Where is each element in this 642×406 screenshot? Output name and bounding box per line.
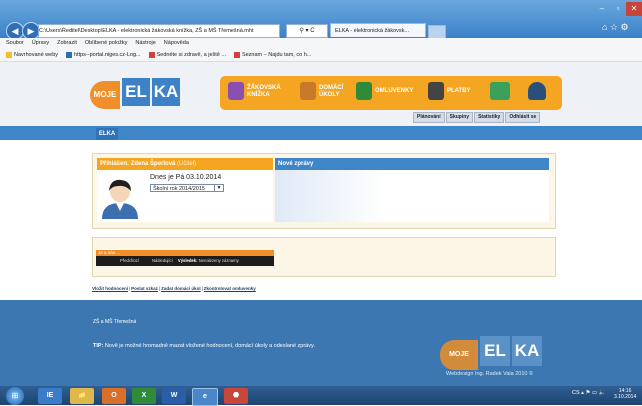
menu-soubor[interactable]: Soubor bbox=[6, 40, 24, 46]
footer-tip: TIP: Nově je možné hromadně mazat vložen… bbox=[93, 343, 315, 349]
taskbar-clock[interactable]: 14:16 3.10.2014 bbox=[614, 388, 636, 400]
news-panel-header: Nové zprávy bbox=[275, 158, 549, 170]
maximize-button[interactable]: ▫ bbox=[610, 2, 626, 16]
favorite-item[interactable]: Sedněte si zdravě, a ještě ... bbox=[148, 51, 226, 58]
footer-credit: Webdesign Ing. Radek Vala 2010 © bbox=[446, 371, 534, 377]
menu-nastroje[interactable]: Nástroje bbox=[135, 40, 155, 46]
nav-platby[interactable]: PLATBY bbox=[428, 80, 480, 106]
subnav-odhlasit[interactable]: Odhlásit se bbox=[505, 112, 541, 123]
avatar bbox=[100, 173, 140, 219]
phone-icon bbox=[356, 82, 372, 100]
quick-links: Vložit hodnocení|Poslat vzkaz|Zadat domá… bbox=[92, 286, 256, 291]
menu-napoveda[interactable]: Nápověda bbox=[164, 40, 189, 46]
menu-zobrazit[interactable]: Zobrazit bbox=[57, 40, 77, 46]
week-next-link[interactable]: Následující bbox=[152, 258, 173, 263]
browser-toolbar-icons[interactable]: ⌂ ☆ ⚙ bbox=[602, 22, 642, 36]
menu-bar: Soubor Úpravy Zobrazit Oblíbené položky … bbox=[0, 38, 642, 49]
nav-zpravy[interactable] bbox=[490, 80, 512, 106]
chevron-down-icon: ▼ bbox=[214, 184, 223, 192]
word-taskbar-icon[interactable]: W bbox=[162, 388, 186, 404]
start-button[interactable]: ⊞ bbox=[6, 387, 24, 405]
menu-oblibene[interactable]: Oblíbené položky bbox=[85, 40, 128, 46]
menu-upravy[interactable]: Úpravy bbox=[32, 40, 49, 46]
favorite-item[interactable]: Seznam – Najdu tam, co h... bbox=[233, 51, 311, 58]
favorite-item[interactable]: Navrhované weby bbox=[6, 51, 58, 58]
logo-moje: MOJE bbox=[440, 340, 478, 370]
favorite-item[interactable]: https--portal.niges.cz-Log... bbox=[65, 51, 141, 58]
nav-domaci-ukoly[interactable]: DOMÁCÍ ÚKOLY bbox=[300, 80, 356, 106]
sub-nav: Plánování Skupiny Statistiky Odhlásit se bbox=[412, 112, 541, 123]
nav-label: DOMÁCÍ bbox=[319, 85, 344, 91]
subnav-planovani[interactable]: Plánování bbox=[413, 112, 445, 123]
system-tray[interactable]: CS ▴ ⚑ ▭ 🔈 bbox=[572, 390, 606, 396]
windows-taskbar bbox=[0, 386, 642, 405]
nav-omluvenky[interactable]: OMLUVENKY bbox=[356, 80, 422, 106]
tip-text: Nově je možné hromadně mazat vložené hod… bbox=[103, 343, 315, 349]
tip-label: TIP: bbox=[93, 343, 104, 349]
favorites-bar: Navrhované weby https--portal.niges.cz-L… bbox=[0, 49, 642, 62]
logo-el: EL bbox=[122, 78, 150, 106]
logo-ka: KA bbox=[152, 78, 180, 106]
week-result-value: Nenalezeny záznamy. bbox=[198, 258, 240, 263]
clock-date: 3.10.2014 bbox=[614, 394, 637, 400]
folder-taskbar-icon[interactable]: 📁 bbox=[70, 388, 94, 404]
seznam-icon bbox=[148, 51, 155, 58]
address-bar[interactable]: C:\Users\Ředitel\Desktop\ELKA - elektron… bbox=[38, 24, 280, 38]
nav-label: PLATBY bbox=[447, 88, 471, 94]
app-taskbar-icon[interactable]: ⬣ bbox=[224, 388, 248, 404]
week-prev-link[interactable]: Předchozí bbox=[120, 258, 139, 263]
subnav-skupiny[interactable]: Skupiny bbox=[445, 112, 474, 123]
minimize-button[interactable]: – bbox=[594, 2, 610, 16]
school-year-value: Školní rok 2014/2015 bbox=[153, 186, 205, 192]
user-icon bbox=[528, 82, 546, 100]
close-button[interactable]: ✕ bbox=[626, 2, 642, 16]
address-controls[interactable]: ⚲ ▾ C bbox=[286, 24, 328, 38]
week-widget-title: Je u nás ... bbox=[96, 250, 274, 256]
link-zkontrolovat-omluvenky[interactable]: Zkontrolovat omluvenky bbox=[204, 286, 256, 291]
week-result-label: Výsledek: bbox=[177, 258, 198, 263]
logo-el: EL bbox=[480, 336, 510, 366]
subnav-statistiky[interactable]: Statistiky bbox=[474, 112, 505, 123]
user-panel-header: Přihlášen: Zdena Šperlová (Učitel) bbox=[97, 158, 273, 170]
logo-ka: KA bbox=[512, 336, 542, 366]
news-panel-body bbox=[275, 170, 549, 222]
new-tab-button[interactable] bbox=[428, 25, 446, 39]
book-icon bbox=[228, 82, 244, 100]
seznam-icon bbox=[233, 51, 240, 58]
browser-tab-elka[interactable]: ELKA - elektronická žákovsk... bbox=[330, 23, 426, 37]
nav-label: ÚKOLY bbox=[319, 92, 340, 98]
outlook-taskbar-icon[interactable]: O bbox=[102, 388, 126, 404]
week-widget-row: Předchozí Následující Výsledek: Nenaleze… bbox=[96, 257, 274, 265]
logo-moje: MOJE bbox=[90, 81, 120, 109]
main-nav: ŽÁKOVSKÁ KNÍŽKA DOMÁCÍ ÚKOLY OMLUVENKY PLA… bbox=[220, 76, 562, 110]
link-vlozit-hodnoceni[interactable]: Vložit hodnocení bbox=[92, 286, 128, 291]
excel-taskbar-icon[interactable]: X bbox=[132, 388, 156, 404]
user-name: Zdena Šperlová bbox=[130, 161, 176, 167]
nav-profil[interactable] bbox=[528, 80, 550, 106]
tab-elka[interactable]: ELKA bbox=[96, 128, 118, 140]
message-icon bbox=[490, 82, 510, 100]
ie-taskbar-icon[interactable]: IE bbox=[38, 388, 62, 404]
footer-logo: MOJE EL KA bbox=[440, 336, 542, 370]
calculator-icon bbox=[428, 82, 444, 100]
homework-icon bbox=[300, 82, 316, 100]
school-year-select[interactable]: Školní rok 2014/2015 ▼ bbox=[150, 184, 224, 192]
nav-label: KNÍŽKA bbox=[247, 92, 270, 98]
today-date: Dnes je Pá 03.10.2014 bbox=[150, 174, 222, 181]
nav-zakovska-knizka[interactable]: ŽÁKOVSKÁ KNÍŽKA bbox=[228, 80, 294, 106]
browser-taskbar-icon[interactable]: e bbox=[192, 388, 218, 406]
nav-label: ŽÁKOVSKÁ bbox=[247, 85, 281, 91]
user-role: (Učitel) bbox=[177, 161, 197, 167]
footer-school: ZŠ a MŠ Třemešná bbox=[93, 319, 137, 325]
site-icon bbox=[65, 51, 72, 58]
nav-label: OMLUVENKY bbox=[375, 88, 414, 94]
link-zadat-ukol[interactable]: Zadat domácí úkol bbox=[161, 286, 201, 291]
star-icon bbox=[6, 51, 12, 58]
login-label: Přihlášen: bbox=[100, 161, 131, 167]
link-poslat-vzkaz[interactable]: Poslat vzkaz bbox=[131, 286, 158, 291]
elka-logo[interactable]: MOJE EL KA bbox=[90, 78, 180, 109]
